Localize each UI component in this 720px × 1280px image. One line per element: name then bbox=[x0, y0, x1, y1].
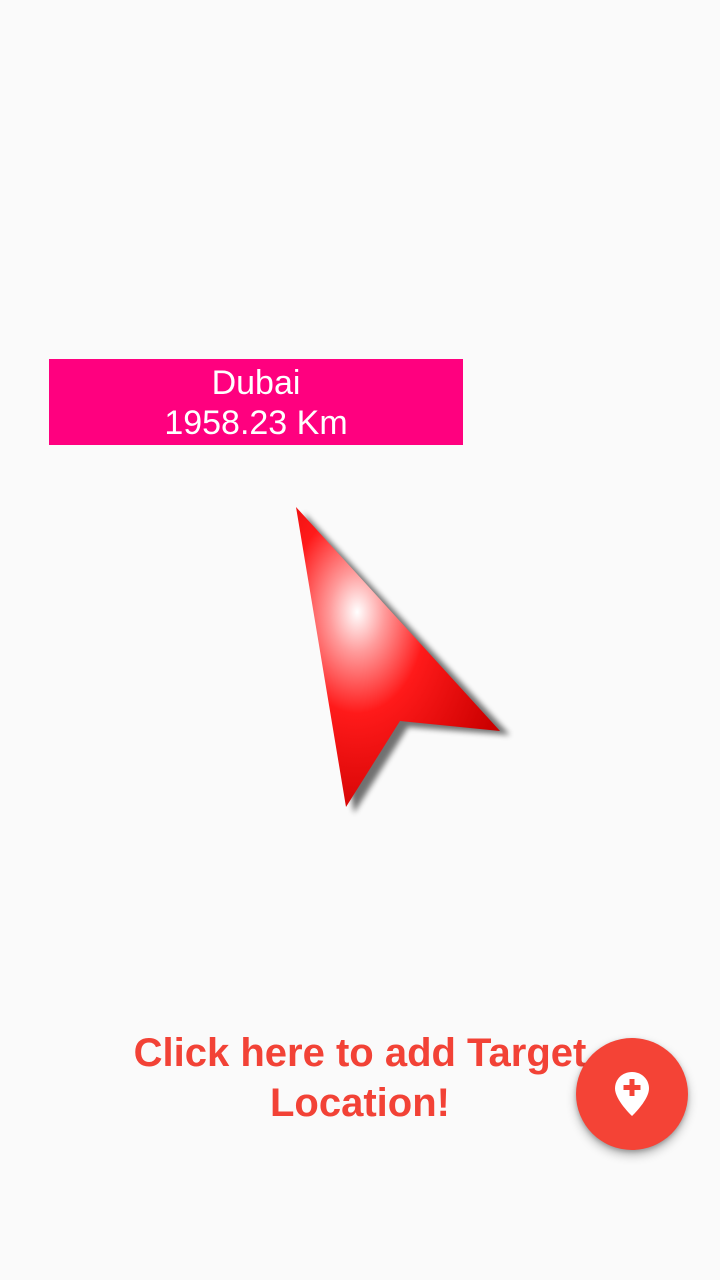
add-location-button[interactable] bbox=[576, 1038, 688, 1150]
add-target-prompt[interactable]: Click here to add Target Location! bbox=[80, 1028, 640, 1128]
navigation-arrow-icon bbox=[280, 495, 520, 825]
target-name: Dubai bbox=[211, 364, 301, 402]
target-distance: 1958.23 Km bbox=[164, 404, 348, 442]
add-location-icon bbox=[615, 1072, 649, 1116]
target-location-banner: Dubai 1958.23 Km bbox=[49, 359, 463, 445]
